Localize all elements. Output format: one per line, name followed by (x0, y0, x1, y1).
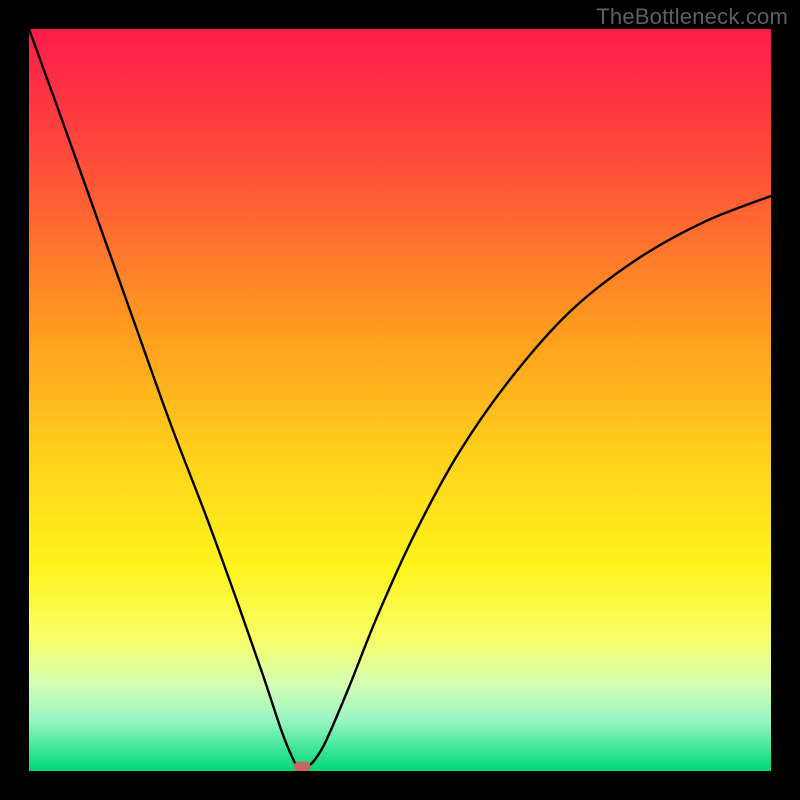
watermark-text: TheBottleneck.com (596, 4, 788, 30)
chart-svg (29, 29, 771, 771)
minimum-marker (294, 762, 311, 771)
gradient-background (29, 29, 771, 771)
chart-frame: TheBottleneck.com (0, 0, 800, 800)
plot-area (29, 29, 771, 771)
